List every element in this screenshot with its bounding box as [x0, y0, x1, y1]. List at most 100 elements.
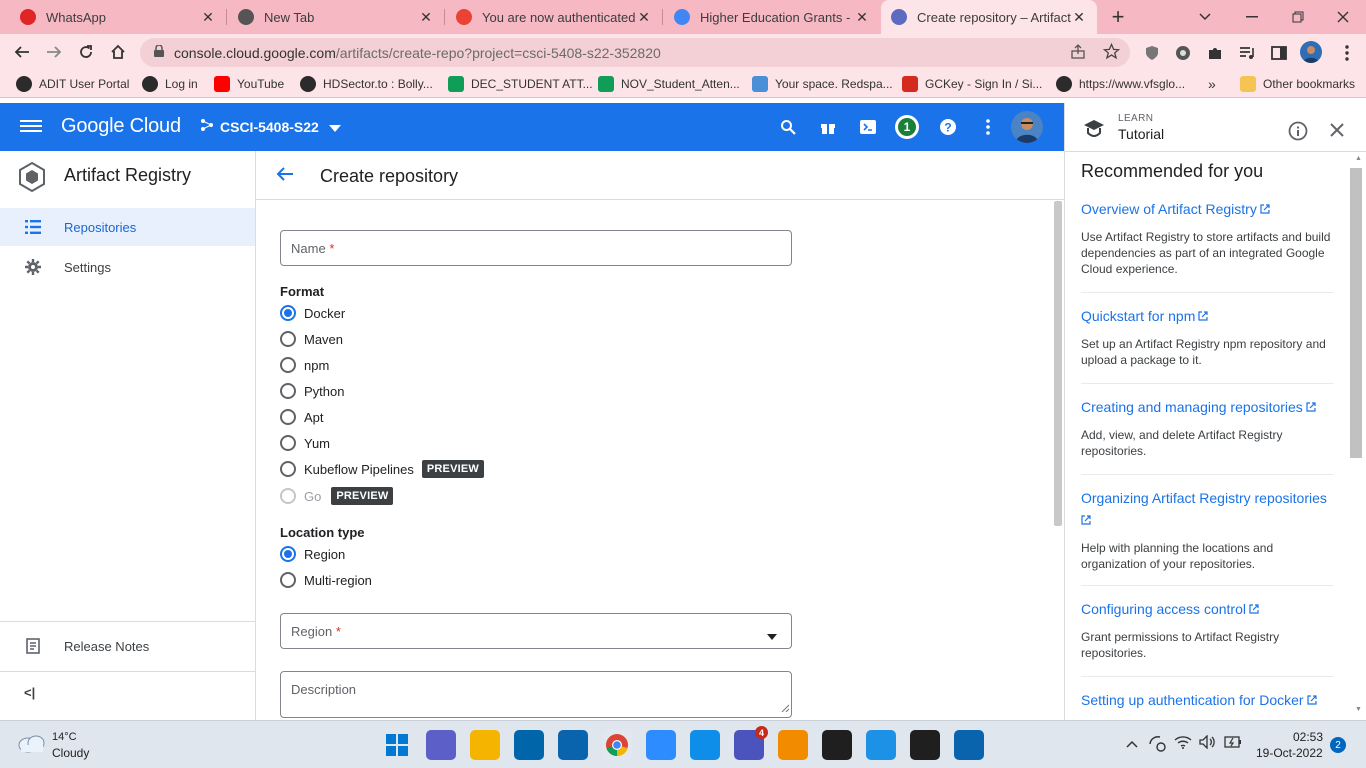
account-avatar[interactable] — [1011, 111, 1043, 143]
name-input[interactable]: Name * — [280, 230, 792, 266]
weather-condition[interactable]: Cloudy — [52, 746, 89, 760]
scroll-down-arrow-icon[interactable]: ▼ — [1355, 706, 1363, 716]
puzzle-extensions-icon[interactable] — [1204, 42, 1226, 64]
notifications-badge[interactable]: 1 — [895, 115, 919, 139]
media-control-icon[interactable] — [1236, 42, 1258, 64]
tutorial-link[interactable]: Configuring access control — [1081, 599, 1333, 621]
profile-avatar[interactable] — [1300, 41, 1322, 63]
taskbar-vscode-icon[interactable] — [514, 730, 544, 760]
resize-handle-icon[interactable] — [781, 700, 790, 715]
taskbar-terminal-2-icon[interactable] — [910, 730, 940, 760]
cloud-shell-icon[interactable] — [856, 115, 880, 139]
close-tab-icon[interactable]: ✕ — [200, 9, 216, 26]
minimize-icon[interactable] — [1232, 0, 1272, 34]
weather-temp[interactable]: 14°C — [52, 731, 77, 743]
browser-tab[interactable]: Higher Education Grants - G ✕ — [664, 0, 880, 34]
extension-globe-icon[interactable] — [1172, 42, 1194, 64]
back-arrow-icon[interactable] — [276, 166, 296, 184]
radio-button[interactable] — [280, 435, 296, 451]
clock-time[interactable]: 02:53 — [1293, 730, 1323, 744]
browser-menu-icon[interactable] — [1336, 42, 1358, 64]
search-icon[interactable] — [776, 115, 800, 139]
more-vert-icon[interactable] — [976, 115, 1000, 139]
clock-date[interactable]: 19-Oct-2022 — [1256, 746, 1323, 760]
main-scrollbar[interactable] — [1054, 201, 1062, 526]
forward-icon[interactable] — [40, 38, 68, 66]
network-status-icon[interactable] — [1148, 734, 1166, 755]
side-panel-icon[interactable] — [1268, 42, 1290, 64]
bookmark-item[interactable]: HDSector.to : Bolly... — [300, 75, 433, 93]
collapse-nav-button[interactable]: <| — [24, 685, 35, 700]
google-cloud-logo[interactable]: Google Cloud — [61, 115, 181, 138]
radio-button[interactable] — [280, 383, 296, 399]
shield-extension-icon[interactable] — [1141, 42, 1163, 64]
taskbar-outlook-icon[interactable] — [558, 730, 588, 760]
bookmark-item[interactable]: https://www.vfsglo... — [1056, 75, 1185, 93]
radio-button[interactable] — [280, 357, 296, 373]
taskbar-chat-app-icon[interactable] — [426, 730, 456, 760]
bookmark-item[interactable]: GCKey - Sign In / Si... — [902, 75, 1042, 93]
home-icon[interactable] — [104, 38, 132, 66]
taskbar-outlook-2-icon[interactable] — [954, 730, 984, 760]
tutorial-link[interactable]: Setting up authentication for Docker — [1081, 690, 1333, 712]
address-bar[interactable]: console.cloud.google.com/artifacts/creat… — [140, 38, 1130, 67]
browser-tab[interactable]: Create repository – Artifact R ✕ — [881, 0, 1097, 34]
bookmark-item[interactable]: YouTube — [214, 75, 284, 93]
tutorial-link[interactable]: Organizing Artifact Registry repositorie… — [1081, 488, 1333, 532]
location-radio-region[interactable]: Region — [280, 544, 345, 564]
volume-icon[interactable] — [1199, 734, 1217, 752]
tab-search-icon[interactable] — [1185, 0, 1225, 34]
scroll-up-arrow-icon[interactable]: ▲ — [1355, 155, 1363, 165]
region-select[interactable]: Region * — [280, 613, 792, 649]
close-tab-icon[interactable]: ✕ — [636, 9, 652, 26]
new-tab-button[interactable]: + — [1098, 0, 1138, 34]
back-icon[interactable] — [8, 38, 36, 66]
radio-button[interactable] — [280, 461, 296, 477]
close-tab-icon[interactable]: ✕ — [418, 9, 434, 26]
format-radio-maven[interactable]: Maven — [280, 329, 343, 349]
taskbar-sublime-text-icon[interactable] — [778, 730, 808, 760]
radio-button[interactable] — [280, 409, 296, 425]
taskbar-start-button-icon[interactable] — [382, 730, 412, 760]
browser-tab[interactable]: You are now authenticated w ✕ — [446, 0, 662, 34]
reload-icon[interactable] — [72, 38, 100, 66]
project-picker[interactable]: CSCI-5408-S22 — [200, 118, 341, 135]
bookmark-item[interactable]: DEC_STUDENT ATT... — [448, 75, 593, 93]
taskbar-teamviewer-icon[interactable] — [690, 730, 720, 760]
format-radio-python[interactable]: Python — [280, 381, 344, 401]
notification-center-badge[interactable]: 2 — [1330, 737, 1346, 753]
tutorial-link[interactable]: Quickstart for npm — [1081, 306, 1333, 328]
taskbar-zoom-icon[interactable] — [646, 730, 676, 760]
format-radio-docker[interactable]: Docker — [280, 303, 345, 323]
close-tab-icon[interactable]: ✕ — [854, 9, 870, 26]
wifi-icon[interactable] — [1174, 735, 1192, 752]
format-radio-yum[interactable]: Yum — [280, 433, 330, 453]
bookmark-item[interactable]: ADIT User Portal — [16, 75, 129, 93]
other-bookmarks-folder[interactable]: Other bookmarks — [1240, 75, 1355, 93]
description-textarea[interactable]: Description — [280, 671, 792, 718]
release-notes-link[interactable]: Release Notes — [0, 627, 255, 665]
battery-icon[interactable] — [1224, 736, 1242, 751]
sidebar-item-settings[interactable]: Settings — [0, 248, 255, 286]
format-radio-kubeflow-pipelines[interactable]: Kubeflow Pipelines PREVIEW — [280, 459, 484, 479]
gift-icon[interactable] — [816, 115, 840, 139]
taskbar-terminal-icon[interactable] — [822, 730, 852, 760]
location-radio-multi-region[interactable]: Multi-region — [280, 570, 372, 590]
bookmark-star-icon[interactable] — [1102, 42, 1121, 63]
taskbar-chrome-icon[interactable] — [602, 730, 632, 760]
tray-chevron-icon[interactable] — [1126, 737, 1138, 751]
tutorial-link[interactable]: Overview of Artifact Registry — [1081, 199, 1333, 221]
browser-tab[interactable]: WhatsApp ✕ — [10, 0, 226, 34]
info-icon[interactable] — [1288, 121, 1308, 144]
format-radio-apt[interactable]: Apt — [280, 407, 324, 427]
radio-button[interactable] — [280, 546, 296, 562]
share-icon[interactable] — [1070, 44, 1086, 63]
help-icon[interactable]: ? — [936, 115, 960, 139]
panel-scrollbar[interactable] — [1350, 168, 1362, 458]
close-panel-icon[interactable] — [1330, 123, 1344, 140]
close-window-icon[interactable] — [1323, 0, 1363, 34]
more-bookmarks-button[interactable]: » — [1208, 75, 1216, 93]
taskbar-docker-icon[interactable] — [866, 730, 896, 760]
format-radio-npm[interactable]: npm — [280, 355, 329, 375]
radio-button[interactable] — [280, 572, 296, 588]
